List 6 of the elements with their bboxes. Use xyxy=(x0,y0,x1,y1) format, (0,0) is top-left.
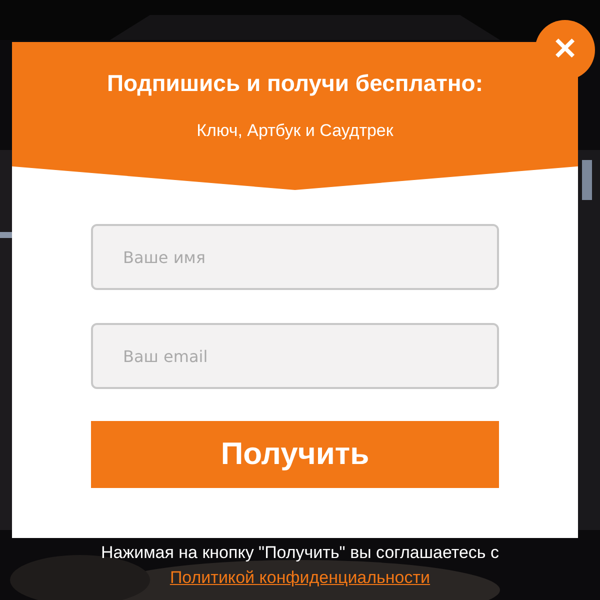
consent-text: Нажимая на кнопку "Получить" вы соглашаетесь с Политикой конфиденциальности xyxy=(100,542,500,589)
popup-title: Подпишись и получи бесплатно: xyxy=(106,70,484,98)
popup-subtitle: Ключ, Артбук и Саудтрек xyxy=(196,120,394,142)
input-field[interactable]: Ваш email xyxy=(91,323,499,389)
input-field[interactable]: Ваше имя xyxy=(91,224,499,290)
submit-button[interactable]: Получить xyxy=(91,421,499,488)
